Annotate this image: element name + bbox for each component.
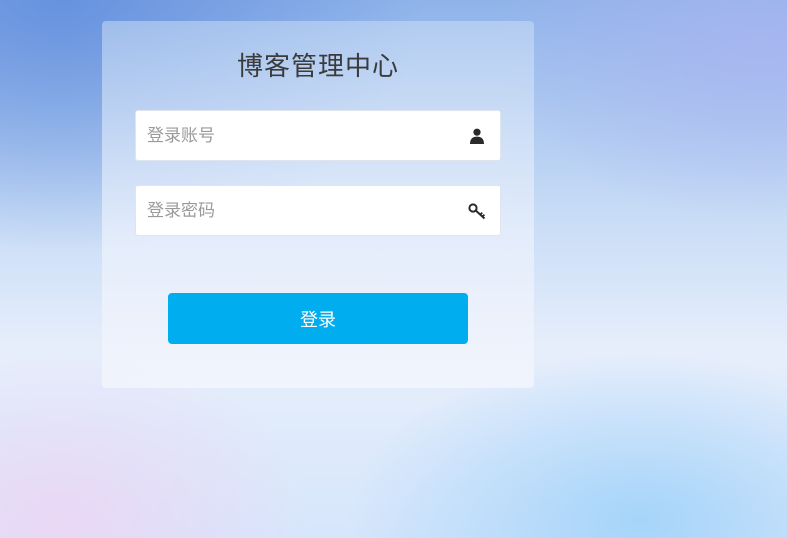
login-button[interactable]: 登录	[168, 293, 468, 344]
page-title: 博客管理中心	[236, 52, 399, 82]
key-icon	[468, 202, 486, 220]
username-field[interactable]	[135, 110, 501, 161]
user-icon	[468, 127, 486, 145]
login-panel: 博客管理中心 登录	[102, 21, 534, 388]
username-input[interactable]	[136, 111, 456, 160]
password-field[interactable]	[135, 185, 501, 236]
password-input[interactable]	[136, 186, 456, 235]
